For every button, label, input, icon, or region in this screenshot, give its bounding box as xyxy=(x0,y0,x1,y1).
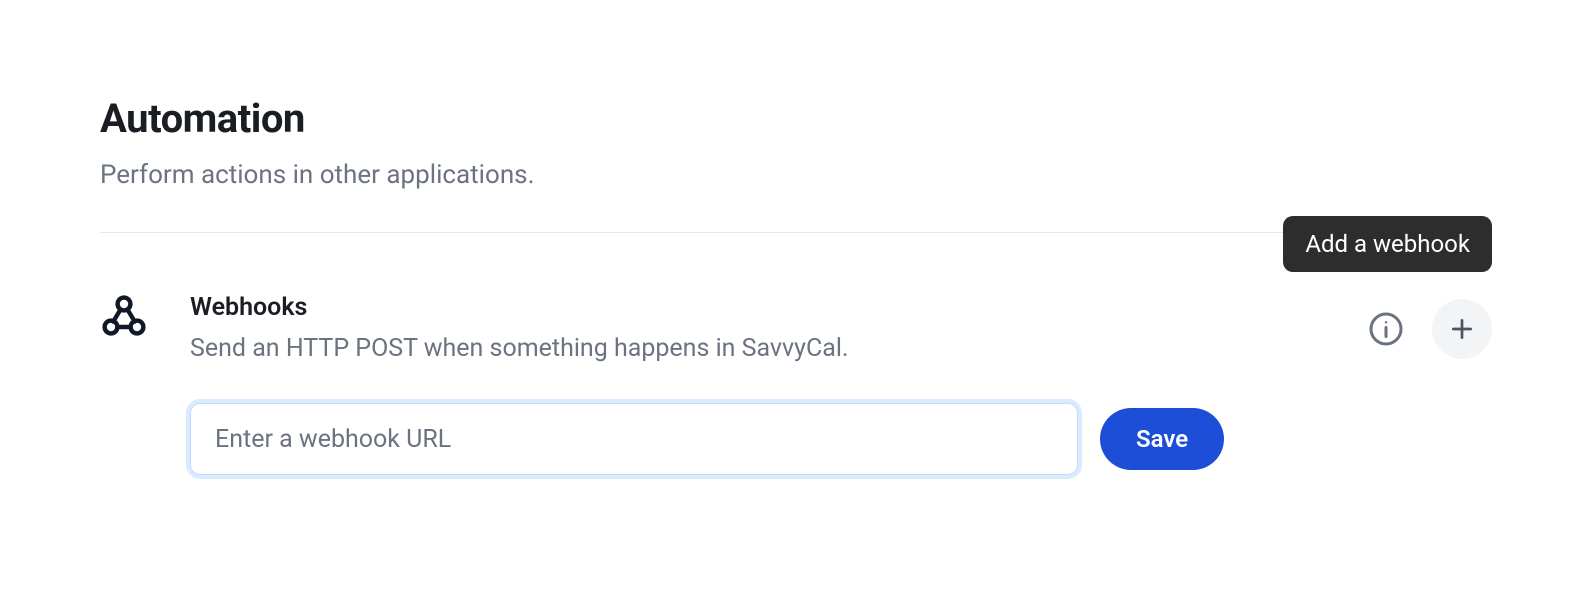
info-icon xyxy=(1368,311,1404,347)
info-button[interactable] xyxy=(1368,311,1404,347)
webhooks-section: Webhooks Send an HTTP POST when somethin… xyxy=(100,293,1492,475)
section-description: Send an HTTP POST when something happens… xyxy=(190,334,1492,363)
plus-icon xyxy=(1449,316,1475,342)
webhook-icon xyxy=(100,293,148,341)
page-subtitle: Perform actions in other applications. xyxy=(100,160,1492,190)
add-webhook-button[interactable] xyxy=(1432,299,1492,359)
section-actions xyxy=(1368,299,1492,359)
webhook-input-row: Save xyxy=(190,403,1492,475)
section-title: Webhooks xyxy=(190,293,1492,322)
webhook-url-input[interactable] xyxy=(190,403,1078,475)
page-title: Automation xyxy=(100,95,1492,142)
add-webhook-tooltip: Add a webhook xyxy=(1283,216,1492,272)
save-button[interactable]: Save xyxy=(1100,408,1224,470)
